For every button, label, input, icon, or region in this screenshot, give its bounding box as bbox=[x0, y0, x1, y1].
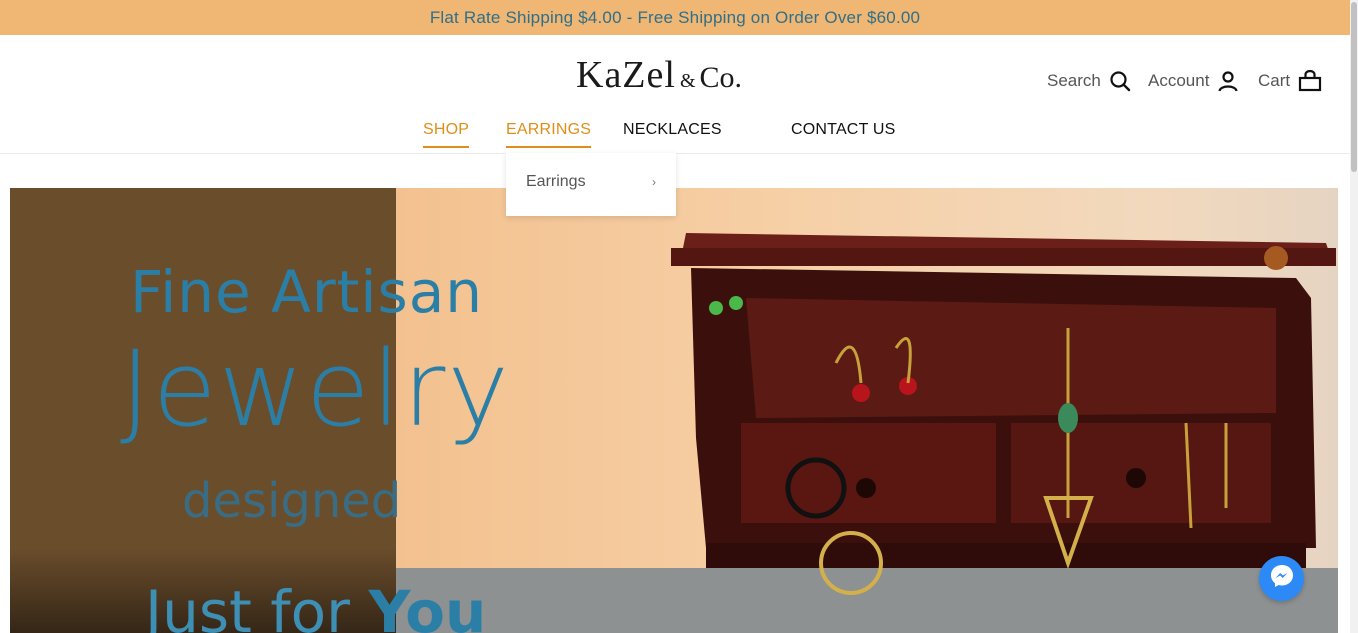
account-icon bbox=[1217, 70, 1239, 92]
dropdown-item-label: Earrings bbox=[526, 173, 586, 190]
cart-label: Cart bbox=[1258, 71, 1291, 90]
hero-banner[interactable]: Fine Artisan Jewelry designed Just for Y… bbox=[10, 188, 1338, 633]
earrings-dropdown: Earrings › bbox=[506, 153, 676, 216]
nav-shop[interactable]: SHOP bbox=[423, 121, 470, 148]
cart-icon bbox=[1298, 70, 1322, 92]
logo-amp: & bbox=[679, 70, 696, 92]
nav-earrings[interactable]: EARRINGS bbox=[506, 121, 592, 148]
chevron-right-icon: › bbox=[652, 175, 656, 189]
hero-line1-b: isan bbox=[360, 258, 484, 326]
page-scrollbar[interactable] bbox=[1350, 0, 1358, 633]
hero-line4-a: Just for bbox=[145, 578, 369, 633]
logo[interactable]: KaZel & Co. bbox=[576, 53, 742, 97]
messenger-chat-button[interactable] bbox=[1259, 556, 1304, 601]
hero-line4-b: You bbox=[368, 578, 487, 633]
hero-line-just-for-you: Just for You bbox=[145, 578, 486, 633]
messenger-icon bbox=[1269, 563, 1295, 594]
announcement-bar: Flat Rate Shipping $4.00 - Free Shipping… bbox=[0, 0, 1350, 35]
logo-co: Co. bbox=[699, 61, 743, 94]
main-nav: SHOP EARRINGS NECKLACES CONTACT US bbox=[0, 121, 1350, 153]
search-label: Search bbox=[1047, 71, 1101, 90]
search-link[interactable]: Search bbox=[1047, 70, 1131, 92]
scrollbar-thumb[interactable] bbox=[1351, 2, 1357, 172]
nav-contact-us[interactable]: CONTACT US bbox=[791, 121, 896, 146]
nav-necklaces[interactable]: NECKLACES bbox=[623, 121, 722, 146]
hero-line-designed: designed bbox=[182, 473, 402, 529]
hero-line1-a: Fine Art bbox=[130, 258, 361, 326]
hero-line-jewelry: Jewelry bbox=[120, 328, 511, 450]
jewelry-box-illustration bbox=[396, 233, 1338, 633]
site-header: KaZel & Co. Search Account Cart SHOP EARRI… bbox=[0, 35, 1350, 154]
dropdown-item-earrings[interactable]: Earrings › bbox=[526, 173, 656, 191]
search-icon bbox=[1109, 70, 1131, 92]
logo-main: KaZel bbox=[576, 54, 676, 96]
hero-line-fine-artisan: Fine Artisan bbox=[130, 258, 483, 326]
account-link[interactable]: Account bbox=[1148, 70, 1239, 92]
account-label: Account bbox=[1148, 71, 1210, 90]
announcement-text: Flat Rate Shipping $4.00 - Free Shipping… bbox=[429, 7, 921, 27]
cart-link[interactable]: Cart bbox=[1258, 70, 1322, 92]
